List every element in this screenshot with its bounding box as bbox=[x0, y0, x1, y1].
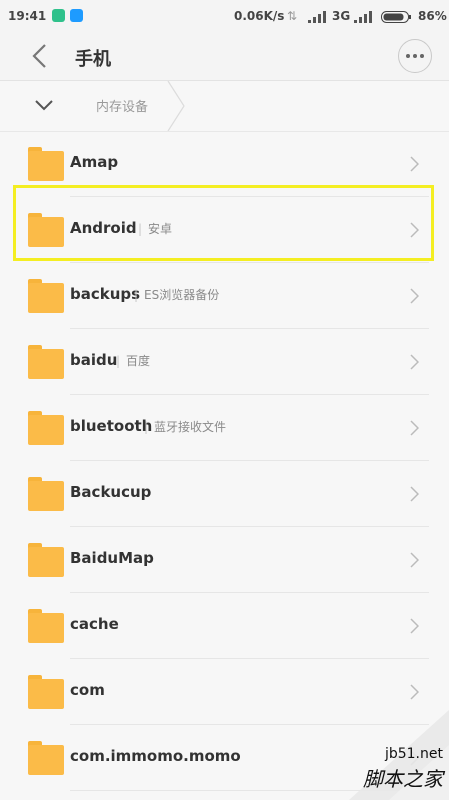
folder-icon bbox=[28, 477, 64, 511]
folder-name: com bbox=[70, 681, 105, 699]
chevron-down-icon[interactable] bbox=[35, 99, 53, 111]
folder-row[interactable]: baidu | 百度 bbox=[0, 329, 449, 395]
folder-name: backups bbox=[70, 285, 141, 303]
data-transfer-icon: ⇅ bbox=[287, 9, 298, 23]
folder-name: BaiduMap bbox=[70, 549, 154, 567]
folder-name: com.immomo.momo bbox=[70, 747, 241, 765]
folder-note-text: 蓝牙接收文件 bbox=[154, 420, 227, 434]
folder-note-text: 百度 bbox=[126, 354, 151, 368]
folder-row[interactable]: BaiduMap bbox=[0, 527, 449, 593]
folder-icon bbox=[28, 147, 64, 181]
signal-icon bbox=[308, 11, 326, 23]
app-header: 手机 bbox=[0, 33, 449, 81]
battery-icon bbox=[381, 11, 411, 23]
more-options-button[interactable] bbox=[398, 39, 432, 73]
folder-icon bbox=[28, 543, 64, 577]
folder-icon bbox=[28, 279, 64, 313]
back-arrow-icon[interactable] bbox=[30, 43, 50, 69]
breadcrumb-item-storage[interactable]: 内存设备 bbox=[96, 96, 148, 115]
watermark-url: jb51.net bbox=[384, 746, 443, 762]
status-net-speed: 0.06K/s bbox=[234, 9, 285, 23]
folder-name: baidu bbox=[70, 351, 118, 369]
breadcrumb-separator bbox=[167, 81, 185, 131]
folder-icon bbox=[28, 609, 64, 643]
folder-row[interactable]: Backucup bbox=[0, 461, 449, 527]
shield-app-icon bbox=[52, 9, 65, 22]
chevron-right-icon bbox=[410, 618, 419, 634]
status-time: 19:41 bbox=[8, 9, 47, 23]
folder-note: | ES浏览器备份 bbox=[134, 288, 220, 302]
dot-icon bbox=[413, 54, 417, 58]
signal-icon bbox=[354, 11, 372, 23]
chevron-right-icon bbox=[410, 552, 419, 568]
folder-name: Amap bbox=[70, 153, 119, 171]
folder-row[interactable]: backups | ES浏览器备份 bbox=[0, 263, 449, 329]
folder-icon bbox=[28, 675, 64, 709]
folder-note: | 百度 bbox=[116, 354, 151, 368]
highlight-box bbox=[13, 185, 434, 261]
breadcrumb: 内存设备 bbox=[0, 81, 449, 132]
status-network: 3G bbox=[332, 9, 351, 23]
folder-name: bluetooth bbox=[70, 417, 153, 435]
watermark-text: 脚本之家 bbox=[363, 767, 443, 791]
chevron-right-icon bbox=[410, 156, 419, 172]
status-bar: 19:41 0.06K/s ⇅ 3G 86% bbox=[0, 0, 449, 33]
dot-icon bbox=[420, 54, 424, 58]
folder-icon bbox=[28, 741, 64, 775]
status-battery: 86% bbox=[418, 9, 447, 23]
chevron-right-icon bbox=[410, 354, 419, 370]
drop-app-icon bbox=[70, 9, 83, 22]
folder-note-text: ES浏览器备份 bbox=[144, 288, 220, 302]
chevron-right-icon bbox=[410, 420, 419, 436]
folder-note: | 蓝牙接收文件 bbox=[144, 420, 227, 434]
dot-icon bbox=[406, 54, 410, 58]
folder-name: Backucup bbox=[70, 483, 152, 501]
watermark: jb51.net 脚本之家 bbox=[319, 690, 449, 800]
folder-icon bbox=[28, 411, 64, 445]
chevron-right-icon bbox=[410, 288, 419, 304]
page-title: 手机 bbox=[75, 49, 111, 70]
folder-icon bbox=[28, 345, 64, 379]
folder-row[interactable]: cache bbox=[0, 593, 449, 659]
chevron-right-icon bbox=[410, 486, 419, 502]
folder-row[interactable]: bluetooth | 蓝牙接收文件 bbox=[0, 395, 449, 461]
folder-name: cache bbox=[70, 615, 119, 633]
